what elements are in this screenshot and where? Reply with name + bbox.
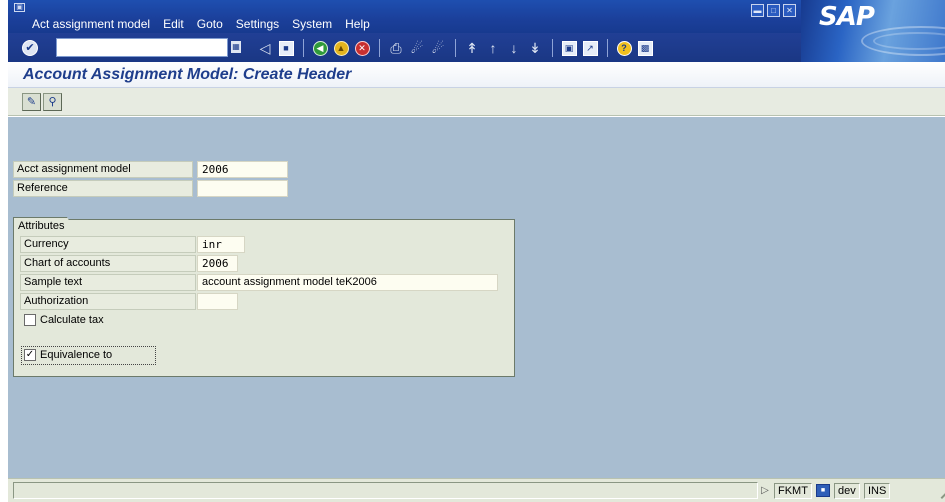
equivalence-label: Equivalence to: [40, 349, 113, 361]
standard-toolbar-icons: ◁ ■ ◀ ▲ ✕ ⎙ ☄ ☄ ↟ ↑ ↓ ↡ ▣ ↗ ? ▩: [255, 38, 656, 58]
new-session-icon[interactable]: ▣: [559, 38, 579, 58]
scroll-left-icon[interactable]: ◁: [255, 38, 275, 58]
authorization-label: Authorization: [20, 293, 196, 310]
sap-logo: SAP: [801, 0, 945, 62]
next-page-icon[interactable]: ↓: [504, 38, 524, 58]
prev-page-icon[interactable]: ↑: [483, 38, 503, 58]
check-icon[interactable]: ✔: [22, 40, 38, 56]
magnifier-icon[interactable]: ⚲: [43, 93, 62, 111]
back-icon[interactable]: ◀: [310, 38, 330, 58]
exit-icon[interactable]: ▲: [331, 38, 351, 58]
sap-logo-text: SAP: [819, 2, 875, 32]
sample-text-label: Sample text: [20, 274, 196, 291]
menu-items: Act assignment model Edit Goto Settings …: [32, 17, 383, 31]
find-next-icon[interactable]: ☄: [428, 38, 448, 58]
print-icon[interactable]: ⎙: [386, 38, 406, 58]
calculate-tax-checkbox[interactable]: [24, 314, 36, 326]
equivalence-checkbox[interactable]: ✓: [24, 349, 36, 361]
standard-toolbar: ✔ ▦ ◁ ■ ◀ ▲ ✕ ⎙ ☄ ☄ ↟ ↑ ↓ ↡ ▣ ↗ ? ▩: [8, 33, 801, 62]
minimize-icon[interactable]: ▬: [751, 4, 764, 17]
save-icon[interactable]: ■: [276, 38, 296, 58]
first-page-icon[interactable]: ↟: [462, 38, 482, 58]
close-icon[interactable]: ✕: [783, 4, 796, 17]
menu-bar: ▣ Act assignment model Edit Goto Setting…: [8, 0, 945, 62]
pencil-icon[interactable]: ✎: [22, 93, 41, 111]
status-mode[interactable]: INS: [864, 483, 891, 499]
status-user: dev: [834, 483, 860, 499]
attributes-group-title: Attributes: [13, 217, 77, 233]
session-icon[interactable]: ■: [816, 484, 830, 497]
shortcut-icon[interactable]: ↗: [580, 38, 600, 58]
window-menu-icon[interactable]: ▣: [14, 3, 25, 12]
menu-goto[interactable]: Goto: [197, 17, 223, 31]
currency-label: Currency: [20, 236, 196, 253]
menu-system[interactable]: System: [292, 17, 332, 31]
status-bar: ▷ FKMT ■ dev INS: [8, 478, 945, 502]
resize-grip-icon[interactable]: [928, 483, 945, 499]
page-title: Account Assignment Model: Create Header: [23, 66, 352, 83]
title-bar: Account Assignment Model: Create Header: [8, 62, 945, 88]
application-toolbar: ✎ ⚲: [8, 88, 945, 116]
currency-field[interactable]: inr: [197, 236, 245, 253]
authorization-field[interactable]: [197, 293, 238, 310]
acct-assignment-model-field[interactable]: 2006: [197, 161, 288, 178]
acct-assignment-model-label: Acct assignment model: [13, 161, 193, 178]
cancel-icon[interactable]: ✕: [352, 38, 372, 58]
status-message-area: [13, 482, 758, 499]
menu-act-assignment-model[interactable]: Act assignment model: [32, 17, 150, 31]
sap-window: ▣ Act assignment model Edit Goto Setting…: [8, 0, 945, 502]
last-page-icon[interactable]: ↡: [525, 38, 545, 58]
menu-edit[interactable]: Edit: [163, 17, 184, 31]
chart-of-accounts-label: Chart of accounts: [20, 255, 196, 272]
menu-help[interactable]: Help: [345, 17, 370, 31]
help-icon[interactable]: ?: [614, 38, 634, 58]
find-icon[interactable]: ☄: [407, 38, 427, 58]
chart-of-accounts-field[interactable]: 2006: [197, 255, 238, 272]
status-transaction: FKMT: [774, 483, 812, 499]
menu-settings[interactable]: Settings: [236, 17, 279, 31]
command-history-icon[interactable]: ▦: [231, 41, 241, 53]
reference-label: Reference: [13, 180, 193, 197]
main-area: Acct assignment model 2006 Reference Att…: [8, 117, 945, 478]
calculate-tax-label: Calculate tax: [40, 314, 104, 326]
maximize-icon[interactable]: □: [767, 4, 780, 17]
reference-field[interactable]: [197, 180, 288, 197]
window-controls: ▬ □ ✕: [751, 4, 796, 17]
layout-icon[interactable]: ▩: [635, 38, 655, 58]
expand-status-icon[interactable]: ▷: [758, 483, 772, 499]
sample-text-field[interactable]: account assignment model teK2006: [197, 274, 498, 291]
command-field[interactable]: [56, 38, 228, 57]
